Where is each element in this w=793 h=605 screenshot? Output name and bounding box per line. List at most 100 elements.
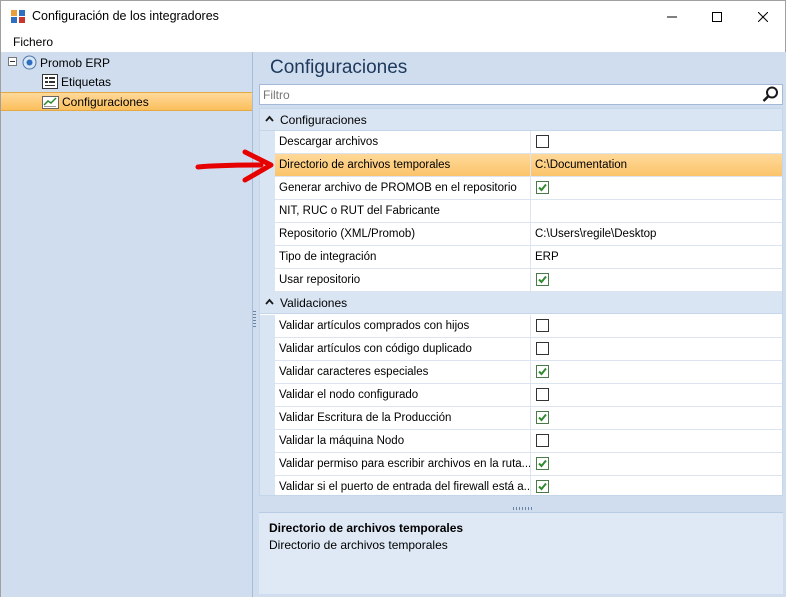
description-title: Directorio de archivos temporales: [269, 521, 464, 535]
minimize-button[interactable]: [649, 1, 694, 32]
property-value[interactable]: [531, 131, 782, 154]
row-gutter: [260, 361, 275, 384]
property-row[interactable]: Validar la máquina Nodo: [260, 430, 782, 453]
property-name: Validar el nodo configurado: [275, 384, 531, 407]
tree-collapse-toggle[interactable]: [8, 57, 17, 66]
checkbox[interactable]: [536, 135, 549, 148]
property-row[interactable]: Validar permiso para escribir archivos e…: [260, 453, 782, 476]
menu-fichero[interactable]: Fichero: [13, 35, 53, 49]
category-label: Configuraciones: [280, 113, 367, 127]
tree-item-configuraciones[interactable]: Configuraciones: [42, 92, 149, 111]
property-name: Descargar archivos: [275, 131, 531, 154]
property-row[interactable]: Tipo de integración ERP: [260, 246, 782, 269]
checkmark-icon: [538, 275, 547, 284]
property-name: Validar permiso para escribir archivos e…: [275, 453, 531, 476]
property-row[interactable]: Validar artículos comprados con hijos: [260, 315, 782, 338]
row-gutter: [260, 200, 275, 223]
property-row[interactable]: Usar repositorio: [260, 269, 782, 292]
globe-icon: [22, 55, 37, 70]
property-name: Repositorio (XML/Promob): [275, 223, 531, 246]
property-name: Validar si el puerto de entrada del fire…: [275, 476, 531, 495]
app-window: Configuración de los integradores Ficher…: [0, 0, 786, 597]
property-value[interactable]: [531, 453, 782, 476]
checkmark-icon: [538, 413, 547, 422]
property-row[interactable]: Repositorio (XML/Promob) C:\Users\regile…: [260, 223, 782, 246]
checkbox-checked[interactable]: [536, 273, 549, 286]
category-configuraciones[interactable]: Configuraciones: [260, 109, 782, 131]
close-icon: [757, 11, 768, 22]
tree-item-label: Etiquetas: [61, 74, 112, 89]
property-value[interactable]: [531, 407, 782, 430]
filter-input[interactable]: [260, 85, 760, 104]
checkmark-icon: [538, 482, 547, 491]
description-text: Directorio de archivos temporales: [269, 538, 448, 552]
property-name: Validar artículos comprados con hijos: [275, 315, 531, 338]
property-name: Generar archivo de PROMOB en el reposito…: [275, 177, 531, 200]
chart-settings-icon: [42, 96, 59, 109]
row-gutter: [260, 430, 275, 453]
checkbox-checked[interactable]: [536, 480, 549, 493]
tag-list-icon: [42, 74, 58, 89]
chevron-up-icon[interactable]: [265, 297, 274, 306]
property-grid: Configuraciones Descargar archivos Direc…: [259, 108, 783, 496]
close-button[interactable]: [740, 1, 785, 32]
checkbox[interactable]: [536, 388, 549, 401]
checkbox-checked[interactable]: [536, 181, 549, 194]
tree-item-label: Promob ERP: [40, 55, 111, 70]
property-row[interactable]: Validar caracteres especiales: [260, 361, 782, 384]
splitter-grip[interactable]: [513, 507, 533, 510]
chevron-up-icon[interactable]: [265, 114, 274, 123]
tree-pane: Promob ERP Etiquetas Configuraciones: [1, 52, 253, 597]
minimize-icon: [666, 16, 677, 17]
property-name: NIT, RUC o RUT del Fabricante: [275, 200, 531, 223]
property-value[interactable]: [531, 384, 782, 407]
category-validaciones[interactable]: Validaciones: [260, 292, 782, 314]
property-name: Validar Escritura de la Producción: [275, 407, 531, 430]
checkbox-checked[interactable]: [536, 365, 549, 378]
checkbox-checked[interactable]: [536, 411, 549, 424]
property-row[interactable]: Validar artículos con código duplicado: [260, 338, 782, 361]
row-gutter: [260, 315, 275, 338]
row-gutter: [260, 453, 275, 476]
tree-item-label: Configuraciones: [62, 94, 149, 109]
property-row[interactable]: Generar archivo de PROMOB en el reposito…: [260, 177, 782, 200]
row-gutter: [260, 476, 275, 495]
property-value[interactable]: [531, 338, 782, 361]
property-value[interactable]: ERP: [531, 246, 782, 269]
property-row[interactable]: Validar Escritura de la Producción: [260, 407, 782, 430]
property-value[interactable]: [531, 430, 782, 453]
property-name: Validar artículos con código duplicado: [275, 338, 531, 361]
property-row[interactable]: Descargar archivos: [260, 131, 782, 154]
property-name: Tipo de integración: [275, 246, 531, 269]
row-gutter: [260, 407, 275, 430]
maximize-icon: [711, 11, 722, 22]
checkmark-icon: [538, 459, 547, 468]
content-pane: Configuraciones Configuraciones Descarga…: [256, 52, 786, 597]
search-icon[interactable]: [762, 86, 779, 103]
property-value[interactable]: C:\Users\regile\Desktop: [531, 223, 782, 246]
property-value[interactable]: [531, 476, 782, 495]
property-row[interactable]: Validar si el puerto de entrada del fire…: [260, 476, 782, 495]
property-value[interactable]: C:\Documentation: [531, 154, 782, 177]
title-bar: Configuración de los integradores: [1, 1, 785, 32]
property-row[interactable]: NIT, RUC o RUT del Fabricante: [260, 200, 782, 223]
property-value[interactable]: [531, 177, 782, 200]
property-name: Directorio de archivos temporales: [275, 154, 531, 177]
property-value[interactable]: [531, 269, 782, 292]
property-value[interactable]: [531, 315, 782, 338]
checkbox[interactable]: [536, 342, 549, 355]
property-row-selected[interactable]: Directorio de archivos temporales C:\Doc…: [260, 154, 782, 177]
tree-item-etiquetas[interactable]: Etiquetas: [42, 72, 111, 91]
property-value[interactable]: [531, 361, 782, 384]
checkbox-checked[interactable]: [536, 457, 549, 470]
property-value[interactable]: [531, 200, 782, 223]
checkbox[interactable]: [536, 434, 549, 447]
window-title: Configuración de los integradores: [32, 9, 219, 23]
property-name: Usar repositorio: [275, 269, 531, 292]
property-row[interactable]: Validar el nodo configurado: [260, 384, 782, 407]
tree-item-promob-erp[interactable]: Promob ERP: [22, 53, 110, 72]
maximize-button[interactable]: [694, 1, 739, 32]
property-name: Validar caracteres especiales: [275, 361, 531, 384]
row-gutter: [260, 246, 275, 269]
checkbox[interactable]: [536, 319, 549, 332]
